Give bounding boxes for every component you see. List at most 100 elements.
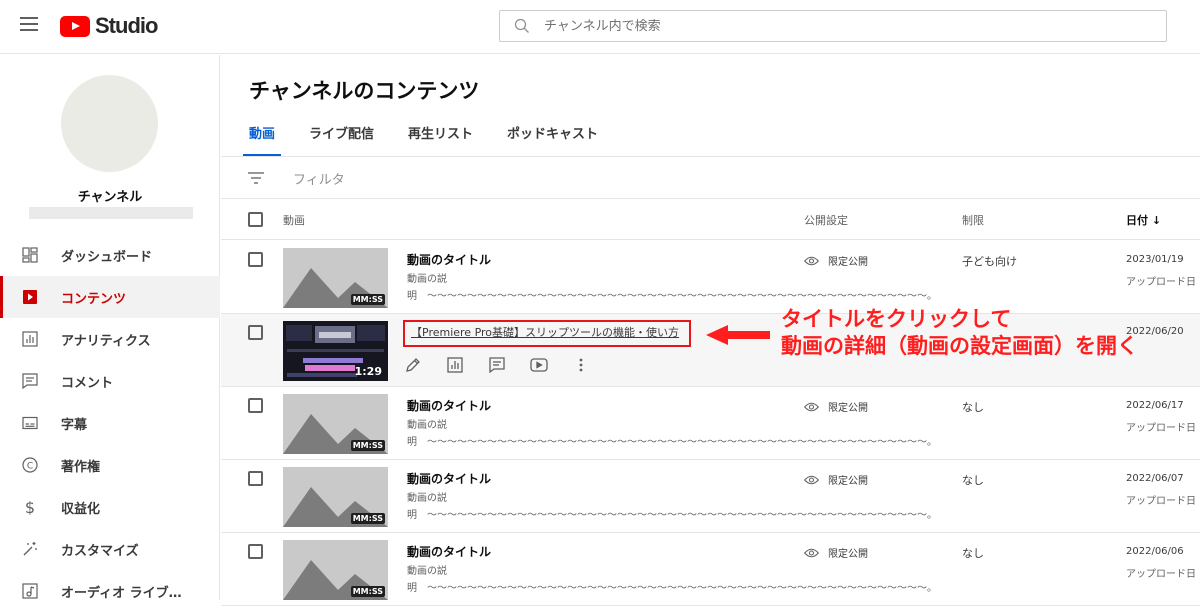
search-icon (514, 18, 529, 33)
sidebar-item-label: 収益化 (61, 501, 101, 517)
video-duration: MM:SS (350, 586, 385, 597)
filter-placeholder[interactable]: フィルタ (293, 169, 345, 188)
video-thumbnail[interactable]: MM:SS (283, 248, 388, 308)
date-type: アップロード日 (1126, 569, 1196, 580)
channel-handle-placeholder (29, 207, 193, 219)
content-play-icon (21, 288, 39, 306)
sidebar-item-content[interactable]: コンテンツ (0, 276, 220, 318)
video-thumbnail[interactable]: MM:SS (283, 540, 388, 600)
visibility-label: 限定公開 (828, 476, 868, 487)
sidebar-item-audio-library[interactable]: オーディオ ライブ… (0, 570, 220, 612)
channel-name: チャンネル (77, 190, 143, 205)
search-box[interactable] (499, 10, 1167, 42)
visibility-label: 限定公開 (828, 403, 868, 414)
tab-playlists[interactable]: 再生リスト (408, 125, 473, 157)
video-description: 動画の説明 〜〜〜〜〜〜〜〜〜〜〜〜〜〜〜〜〜〜〜〜〜〜〜〜〜〜〜〜〜〜〜〜〜〜… (407, 566, 937, 594)
video-title-link[interactable]: 動画のタイトル (407, 397, 491, 414)
audio-library-icon (21, 582, 39, 600)
video-description: 動画の説明 〜〜〜〜〜〜〜〜〜〜〜〜〜〜〜〜〜〜〜〜〜〜〜〜〜〜〜〜〜〜〜〜〜〜… (407, 274, 937, 302)
visibility-cell[interactable]: 限定公開 (804, 253, 868, 268)
video-title-link[interactable]: 動画のタイトル (407, 543, 491, 560)
sidebar-item-label: コメント (61, 375, 114, 391)
visibility-cell[interactable]: 限定公開 (804, 399, 868, 414)
date-type: アップロード日 (1126, 496, 1196, 507)
comment-icon[interactable] (488, 356, 506, 374)
filter-icon[interactable] (248, 171, 264, 185)
eye-icon (804, 256, 819, 265)
video-title-link[interactable]: 動画のタイトル (407, 470, 491, 487)
video-thumbnail[interactable]: MM:SS (283, 467, 388, 527)
filter-bar[interactable]: フィルタ (221, 157, 1200, 199)
table-row[interactable]: MM:SS 動画のタイトル 動画の説明 〜〜〜〜〜〜〜〜〜〜〜〜〜〜〜〜〜〜〜〜… (221, 241, 1200, 314)
comment-icon (21, 372, 39, 390)
video-description: 動画の説明 〜〜〜〜〜〜〜〜〜〜〜〜〜〜〜〜〜〜〜〜〜〜〜〜〜〜〜〜〜〜〜〜〜〜… (407, 420, 937, 448)
svg-text:C: C (27, 461, 33, 471)
copyright-icon: C (21, 456, 39, 474)
restriction-value: 子ども向け (962, 255, 1017, 268)
youtube-play-icon[interactable] (530, 356, 548, 374)
search-input[interactable] (544, 18, 1104, 34)
video-thumbnail[interactable]: 1:29 (283, 321, 388, 381)
annotation-line-1: タイトルをクリックして (781, 307, 1012, 331)
eye-icon (804, 475, 819, 484)
row-checkbox[interactable] (248, 471, 263, 486)
sidebar-item-subtitles[interactable]: 字幕 (0, 402, 220, 444)
sidebar-item-label: カスタマイズ (61, 543, 139, 559)
table-row[interactable]: MM:SS 動画のタイトル 動画の説明 〜〜〜〜〜〜〜〜〜〜〜〜〜〜〜〜〜〜〜〜… (221, 387, 1200, 460)
sidebar-item-customize[interactable]: カスタマイズ (0, 528, 220, 570)
restriction-value: なし (962, 401, 984, 414)
column-restriction[interactable]: 制限 (962, 212, 984, 228)
dashboard-icon (21, 246, 39, 264)
video-title-link[interactable]: 動画のタイトル (407, 251, 491, 268)
select-all-checkbox[interactable] (248, 212, 263, 227)
sidebar-item-monetization[interactable]: $ 収益化 (0, 486, 220, 528)
logo-text: Studio (95, 13, 158, 38)
channel-avatar[interactable] (61, 75, 158, 172)
eye-icon (804, 402, 819, 411)
sidebar-item-copyright[interactable]: C 著作権 (0, 444, 220, 486)
column-date-sort[interactable]: 日付 ↓ (1126, 212, 1161, 228)
table-row[interactable]: MM:SS 動画のタイトル 動画の説明 〜〜〜〜〜〜〜〜〜〜〜〜〜〜〜〜〜〜〜〜… (221, 460, 1200, 533)
sidebar-item-label: オーディオ ライブ… (61, 585, 182, 601)
video-description: 動画の説明 〜〜〜〜〜〜〜〜〜〜〜〜〜〜〜〜〜〜〜〜〜〜〜〜〜〜〜〜〜〜〜〜〜〜… (407, 493, 937, 521)
sidebar-item-label: 著作権 (61, 459, 101, 475)
video-title-link-highlighted[interactable]: 【Premiere Pro基礎】スリップツールの機能・使い方 (403, 320, 691, 347)
sidebar-item-label: ダッシュボード (61, 249, 153, 265)
row-checkbox[interactable] (248, 325, 263, 340)
video-date: 2022/06/06 (1126, 546, 1184, 557)
tab-podcasts[interactable]: ポッドキャスト (507, 125, 598, 157)
table-row[interactable]: MM:SS 動画のタイトル 動画の説明 〜〜〜〜〜〜〜〜〜〜〜〜〜〜〜〜〜〜〜〜… (221, 533, 1200, 606)
row-checkbox[interactable] (248, 544, 263, 559)
restriction-value: なし (962, 547, 984, 560)
visibility-label: 限定公開 (828, 549, 868, 560)
sidebar-item-analytics[interactable]: アナリティクス (0, 318, 220, 360)
visibility-label: 限定公開 (828, 257, 868, 268)
row-checkbox[interactable] (248, 252, 263, 267)
more-vert-icon[interactable] (572, 356, 590, 374)
visibility-cell[interactable]: 限定公開 (804, 472, 868, 487)
table-header: 動画 公開設定 制限 日付 ↓ (221, 199, 1200, 240)
column-visibility[interactable]: 公開設定 (804, 212, 848, 228)
analytics-icon (21, 330, 39, 348)
analytics-icon[interactable] (446, 356, 464, 374)
svg-text:$: $ (25, 499, 35, 515)
visibility-cell[interactable]: 限定公開 (804, 545, 868, 560)
annotation-arrow-icon (706, 325, 770, 345)
sidebar: チャンネル ダッシュボード コンテンツ アナリティクス コメント 字幕 C 著作… (0, 55, 220, 601)
content-tabs: 動画 ライブ配信 再生リスト ポッドキャスト (242, 125, 632, 157)
annotation-line-2: 動画の詳細（動画の設定画面）を開く (781, 334, 1138, 358)
sidebar-item-dashboard[interactable]: ダッシュボード (0, 234, 220, 276)
tab-live[interactable]: ライブ配信 (309, 125, 374, 157)
video-date: 2023/01/19 (1126, 254, 1184, 265)
tab-videos[interactable]: 動画 (242, 125, 282, 157)
video-thumbnail[interactable]: MM:SS (283, 394, 388, 454)
youtube-logo-icon (60, 15, 90, 37)
studio-logo[interactable]: Studio (60, 13, 158, 39)
video-date: 2022/06/07 (1126, 473, 1184, 484)
menu-icon[interactable] (20, 17, 38, 31)
row-checkbox[interactable] (248, 398, 263, 413)
pencil-icon[interactable] (404, 356, 422, 374)
restriction-value: なし (962, 474, 984, 487)
eye-icon (804, 548, 819, 557)
sidebar-item-comments[interactable]: コメント (0, 360, 220, 402)
